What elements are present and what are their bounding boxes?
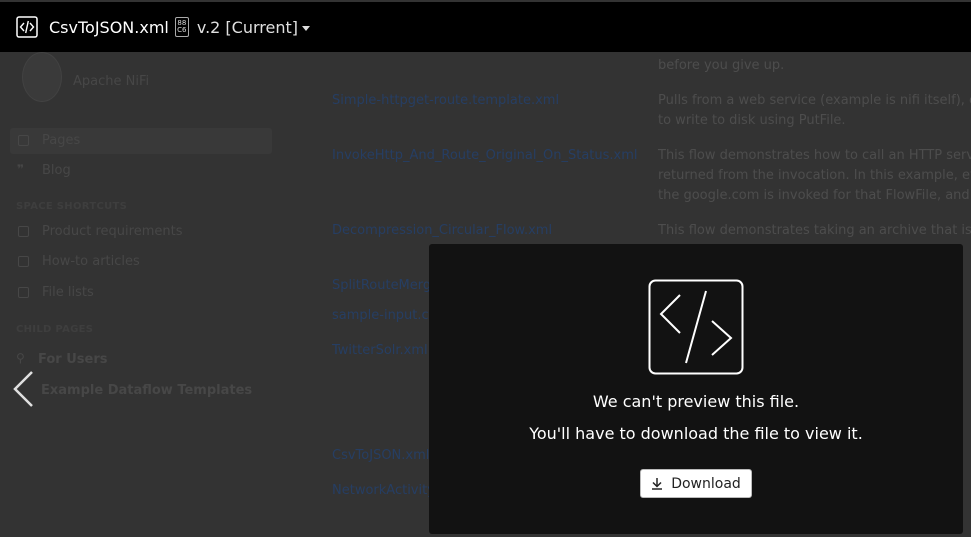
version-label: v.2 [Current] — [196, 17, 298, 37]
file-link[interactable]: Decompression_Circular_Flow.xml — [332, 223, 552, 238]
file-link[interactable]: Simple-httpget-route.template.xml — [332, 93, 559, 108]
file-type-icon: 88 C6 — [174, 17, 189, 37]
download-icon — [652, 478, 663, 490]
space-avatar — [22, 52, 62, 102]
file-description: to write to disk using PutFile. — [658, 113, 846, 128]
file-description: Pulls from a web service (example is nif… — [658, 93, 971, 108]
page-icon — [18, 135, 29, 146]
code-file-icon — [648, 279, 744, 375]
file-link[interactable]: sample-input.csv — [332, 308, 443, 323]
download-label: Download — [671, 475, 741, 492]
download-button[interactable]: Download — [640, 469, 752, 498]
quote-icon: ❞ — [17, 162, 25, 176]
child-page-for-users[interactable]: For Users — [38, 352, 107, 367]
file-link[interactable]: InvokeHttp_And_Route_Original_On_Status.… — [332, 148, 638, 163]
sidebar: Apache NiFi Pages ❞ Blog SPACE SHORTCUTS… — [0, 52, 285, 537]
sidebar-item-blog[interactable]: Blog — [42, 163, 71, 178]
preview-panel: We can't preview this file. You'll have … — [429, 244, 963, 534]
link-icon — [18, 226, 29, 237]
code-file-icon — [16, 16, 38, 38]
child-pages-heading: CHILD PAGES — [16, 324, 94, 335]
file-link[interactable]: NetworkActivity — [332, 483, 435, 498]
file-name: CsvToJSON.xml — [49, 17, 169, 37]
shortcut-product-requirements[interactable]: Product requirements — [42, 224, 182, 239]
shortcut-how-to-articles[interactable]: How-to articles — [42, 254, 140, 269]
shortcut-file-lists[interactable]: File lists — [42, 285, 94, 300]
preview-unavailable-body: You'll have to download the file to view… — [529, 424, 863, 443]
user-icon: ⚲ — [16, 351, 25, 365]
file-preview-header: CsvToJSON.xml 88 C6 v.2 [Current] — [0, 2, 971, 52]
child-page-example-templates[interactable]: Example Dataflow Templates — [41, 383, 252, 398]
file-description: returned from the invocation. In this ex… — [658, 168, 971, 183]
preview-unavailable-title: We can't preview this file. — [592, 392, 800, 411]
file-link[interactable]: TwitterSolr.xml — [332, 343, 428, 358]
file-link[interactable]: CsvToJSON.xml — [332, 448, 429, 463]
file-description: This flow demonstrates how to call an HT… — [658, 148, 971, 163]
file-description: This flow demonstrates taking an archive… — [658, 223, 971, 238]
file-description: before you give up. — [658, 58, 785, 73]
previous-file-arrow-icon[interactable] — [10, 367, 40, 411]
link-icon — [18, 287, 29, 298]
sidebar-item-pages[interactable]: Pages — [42, 133, 80, 148]
version-dropdown[interactable]: v.2 [Current] — [197, 18, 310, 37]
space-shortcuts-heading: SPACE SHORTCUTS — [16, 201, 128, 212]
chevron-down-icon — [302, 25, 310, 31]
file-description: the google.com is invoked for that FlowF… — [658, 188, 971, 203]
space-name[interactable]: Apache NiFi — [73, 74, 149, 89]
link-icon — [18, 256, 29, 267]
